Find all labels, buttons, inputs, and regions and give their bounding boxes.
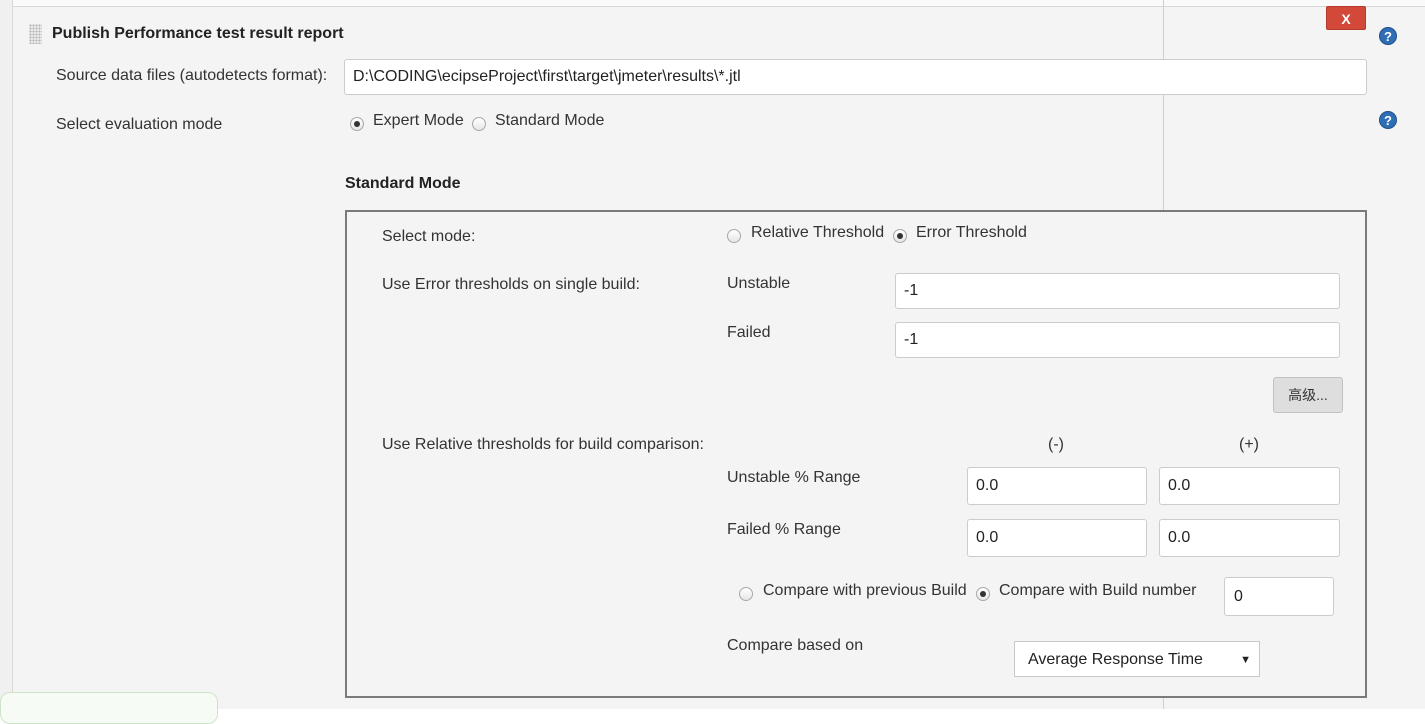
unstable-threshold-input[interactable] [895, 273, 1340, 309]
section-title: Publish Performance test result report [52, 25, 344, 42]
unstable-label: Unstable [727, 275, 791, 292]
error-threshold-label: Error Threshold [916, 224, 1027, 241]
compare-build-number-radio[interactable] [976, 587, 990, 601]
compare-previous-build-label: Compare with previous Build [763, 582, 967, 599]
failed-threshold-input[interactable] [895, 322, 1340, 358]
help-icon[interactable]: ? [1379, 27, 1397, 45]
source-files-label: Source data files (autodetects format): [56, 67, 328, 84]
failed-range-minus-input[interactable] [967, 519, 1147, 557]
source-files-input[interactable] [344, 59, 1367, 95]
drag-handle-icon[interactable] [29, 24, 42, 44]
relative-threshold-label: Relative Threshold [751, 224, 885, 241]
left-gutter [0, 0, 13, 709]
expert-mode-radio[interactable] [350, 117, 364, 131]
unstable-range-label: Unstable % Range [727, 469, 861, 486]
error-thresholds-label: Use Error thresholds on single build: [382, 276, 640, 293]
top-border [0, 0, 1425, 7]
compare-build-number-label: Compare with Build number [999, 582, 1197, 599]
error-threshold-radio[interactable] [893, 229, 907, 243]
failed-label: Failed [727, 324, 771, 341]
build-number-input[interactable] [1224, 577, 1334, 616]
failed-range-plus-input[interactable] [1159, 519, 1340, 557]
evaluation-help-icon[interactable]: ? [1379, 111, 1397, 129]
expert-mode-label: Expert Mode [373, 112, 464, 129]
relative-thresholds-label: Use Relative thresholds for build compar… [382, 436, 704, 453]
compare-previous-build-radio[interactable] [739, 587, 753, 601]
standard-mode-heading: Standard Mode [345, 175, 461, 192]
evaluation-mode-label: Select evaluation mode [56, 116, 223, 133]
relative-threshold-radio[interactable] [727, 229, 741, 243]
minus-column-header: (-) [1048, 436, 1064, 453]
unstable-range-minus-input[interactable] [967, 467, 1147, 505]
compare-based-on-select[interactable]: Average Response Time ▼ [1014, 641, 1260, 677]
chevron-down-icon: ▼ [1240, 654, 1251, 666]
advanced-button[interactable]: 高级... [1273, 377, 1343, 413]
standard-mode-radio[interactable] [472, 117, 486, 131]
bottom-tab [0, 692, 218, 724]
unstable-range-plus-input[interactable] [1159, 467, 1340, 505]
compare-based-on-value: Average Response Time [1028, 651, 1203, 668]
select-mode-label: Select mode: [382, 228, 476, 245]
standard-mode-label: Standard Mode [495, 112, 605, 129]
compare-based-on-label: Compare based on [727, 637, 864, 654]
failed-range-label: Failed % Range [727, 521, 841, 538]
plus-column-header: (+) [1239, 436, 1259, 453]
delete-section-button[interactable]: X [1326, 6, 1366, 30]
